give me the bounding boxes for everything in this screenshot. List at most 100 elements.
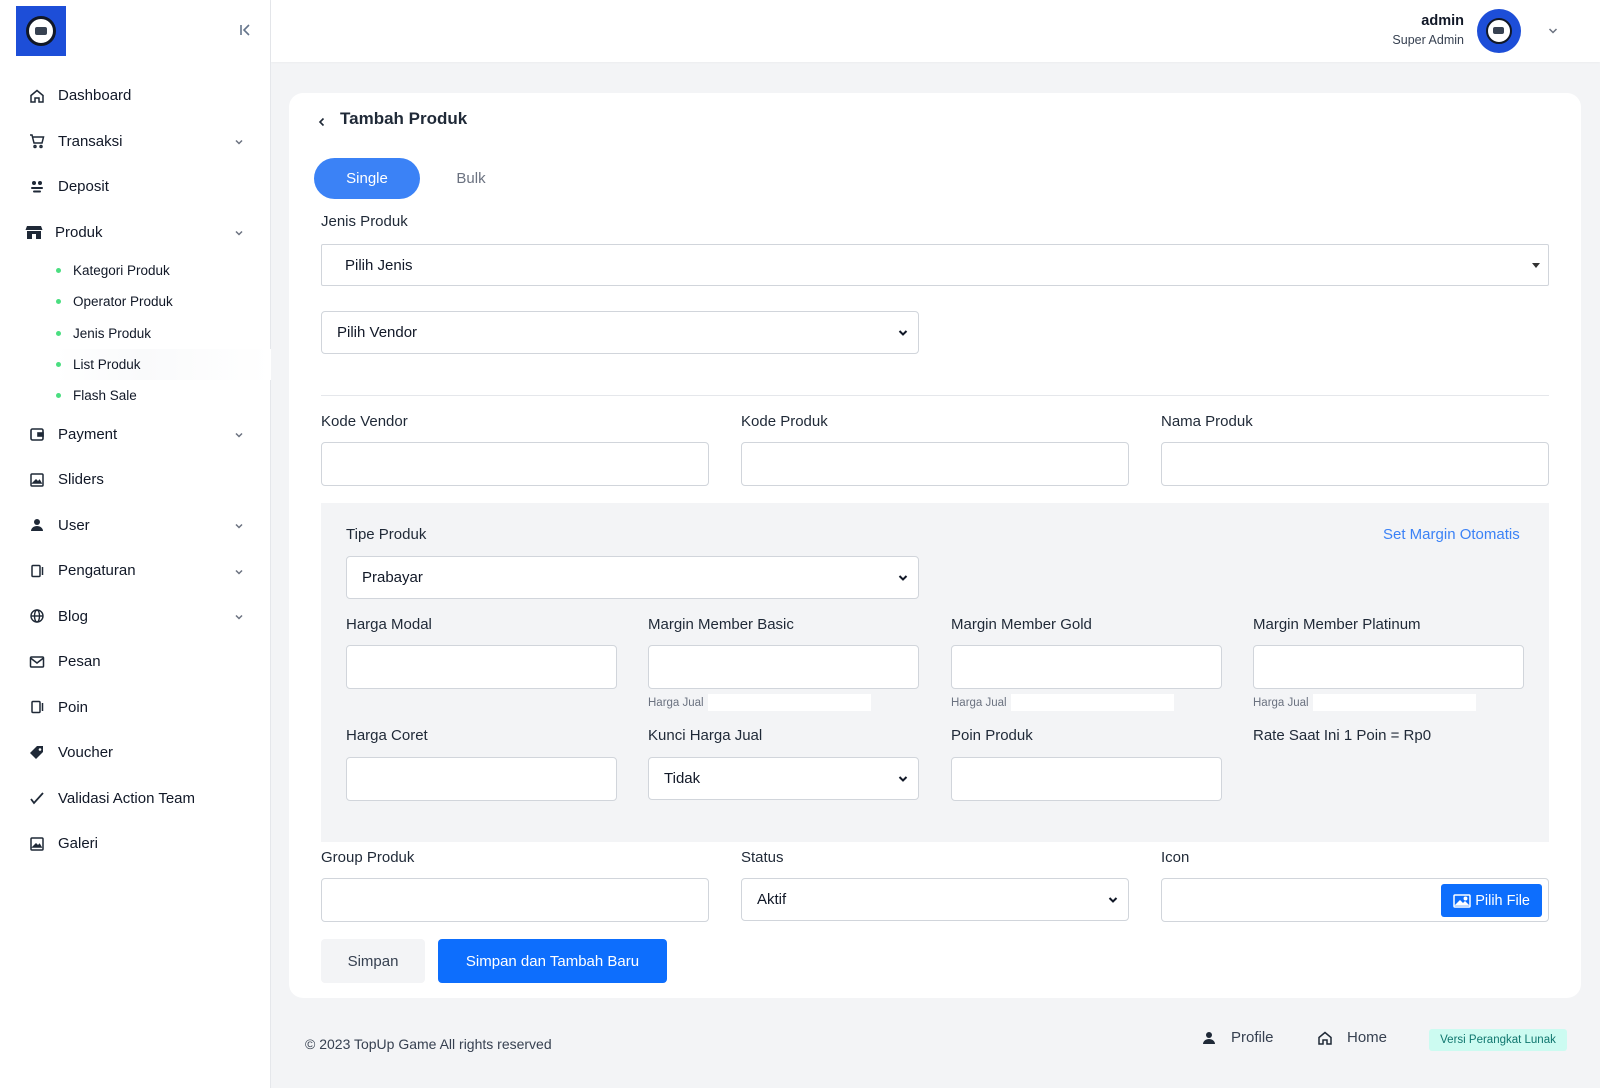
footer-home-link[interactable]: Home [1317, 1029, 1387, 1046]
sidebar-item-payment[interactable]: Payment [0, 411, 271, 457]
version-badge: Versi Perangkat Lunak [1429, 1029, 1567, 1051]
save-and-add-new-button[interactable]: Simpan dan Tambah Baru [438, 939, 667, 983]
status-select[interactable]: Aktif [741, 878, 1129, 921]
avatar-emblem [1486, 18, 1512, 44]
sidebar-item-transaksi[interactable]: Transaksi [0, 119, 271, 165]
sidebar-item-label: Produk [55, 223, 103, 241]
jenis-produk-select[interactable]: Pilih Jenis [321, 244, 1549, 286]
tag-icon [28, 744, 46, 762]
wallet-icon [28, 425, 46, 443]
nama-produk-input[interactable] [1161, 442, 1549, 486]
poin-produk-input[interactable] [951, 757, 1222, 801]
produk-submenu: Kategori Produk Operator Produk Jenis Pr… [0, 255, 271, 411]
margin-platinum-input[interactable] [1253, 645, 1524, 689]
pilih-file-button[interactable]: Pilih File [1441, 884, 1542, 917]
image-icon [1453, 893, 1471, 908]
submenu-item-flash-sale[interactable]: Flash Sale [56, 380, 271, 411]
vendor-select[interactable]: Pilih Vendor [321, 311, 919, 354]
harga-coret-input[interactable] [346, 757, 617, 801]
chevron-down-icon [233, 428, 245, 440]
tipe-produk-label: Tipe Produk [346, 526, 427, 543]
bullet-icon [56, 268, 61, 274]
sidebar-item-label: Dashboard [58, 87, 132, 105]
sidebar-item-pesan[interactable]: Pesan [0, 639, 271, 685]
icon-file-input[interactable]: Pilih File [1161, 878, 1549, 922]
globe-icon [28, 607, 46, 625]
user-icon [1201, 1030, 1217, 1046]
sidebar-item-sliders[interactable]: Sliders [0, 457, 271, 503]
margin-gold-input[interactable] [951, 645, 1222, 689]
sidebar-item-label: Validasi Action Team [58, 789, 196, 807]
sidebar-item-galeri[interactable]: Galeri [0, 821, 271, 867]
tipe-produk-select[interactable]: Prabayar [346, 556, 919, 599]
sidebar-item-validasi-action-team[interactable]: Validasi Action Team [0, 775, 271, 821]
copyright: © 2023 TopUp Game All rights reserved [305, 1036, 552, 1052]
group-produk-input[interactable] [321, 878, 709, 922]
chevron-down-icon [1106, 893, 1120, 907]
icon-label: Icon [1161, 849, 1190, 866]
chevron-down-icon [233, 135, 245, 147]
margin-gold-label: Margin Member Gold [951, 616, 1092, 633]
sidebar-item-produk[interactable]: Produk [0, 210, 271, 256]
submenu-item-label: List Produk [73, 357, 141, 373]
kunci-harga-select[interactable]: Tidak [648, 757, 919, 800]
check-icon [28, 789, 46, 807]
harga-modal-input[interactable] [346, 645, 617, 689]
chevron-down-icon[interactable] [1546, 24, 1560, 38]
jenis-produk-label: Jenis Produk [321, 213, 408, 230]
nama-produk-label: Nama Produk [1161, 413, 1253, 430]
submenu-item-kategori-produk[interactable]: Kategori Produk [56, 255, 271, 286]
footer-profile-link[interactable]: Profile [1201, 1029, 1274, 1046]
sidebar-item-label: Poin [58, 698, 89, 716]
sidebar-item-pengaturan[interactable]: Pengaturan [0, 548, 271, 594]
bullet-icon [56, 393, 61, 399]
harga-jual-platinum: Harga Jual [1253, 694, 1476, 711]
sidebar-item-blog[interactable]: Blog [0, 593, 271, 639]
form-card: Tambah Produk Single Bulk Jenis Produk P… [289, 93, 1581, 998]
bullet-icon [56, 362, 61, 368]
chevron-down-icon [233, 519, 245, 531]
kunci-harga-label: Kunci Harga Jual [648, 727, 763, 744]
margin-basic-input[interactable] [648, 645, 919, 689]
poin-rate-text: Rate Saat Ini 1 Poin = Rp0 [1253, 727, 1432, 744]
sidebar-item-voucher[interactable]: Voucher [0, 730, 271, 776]
submenu-item-operator-produk[interactable]: Operator Produk [56, 286, 271, 317]
tab-bulk[interactable]: Bulk [434, 158, 508, 199]
kode-produk-input[interactable] [741, 442, 1129, 486]
app-logo[interactable] [16, 6, 66, 56]
tab-single[interactable]: Single [314, 158, 420, 199]
chevron-down-icon [896, 326, 910, 340]
sidebar-nav: Dashboard Transaksi Deposit Produk Kateg… [0, 73, 271, 866]
user-icon [28, 516, 46, 534]
poin-produk-label: Poin Produk [951, 727, 1033, 744]
tipe-produk-value: Prabayar [362, 569, 423, 586]
chevron-down-icon [896, 571, 910, 585]
margin-platinum-label: Margin Member Platinum [1253, 616, 1421, 633]
back-link[interactable]: Tambah Produk [316, 109, 467, 129]
sidebar-item-dashboard[interactable]: Dashboard [0, 73, 271, 119]
submenu-item-jenis-produk[interactable]: Jenis Produk [56, 318, 271, 349]
points-icon [28, 698, 46, 716]
set-margin-otomatis-link[interactable]: Set Margin Otomatis [1383, 526, 1520, 543]
chevron-down-icon [896, 772, 910, 786]
harga-modal-label: Harga Modal [346, 616, 432, 633]
submenu-item-label: Kategori Produk [73, 263, 170, 279]
sidebar-item-user[interactable]: User [0, 502, 271, 548]
sidebar-item-deposit[interactable]: Deposit [0, 164, 271, 210]
sidebar-item-label: Transaksi [58, 132, 123, 150]
harga-jual-basic-value [707, 694, 871, 711]
sidebar-item-poin[interactable]: Poin [0, 684, 271, 730]
jenis-produk-placeholder: Pilih Jenis [345, 256, 413, 274]
image-icon [28, 471, 46, 489]
kode-vendor-input[interactable] [321, 442, 709, 486]
submenu-item-label: Operator Produk [73, 294, 173, 310]
group-produk-label: Group Produk [321, 849, 415, 866]
bullet-icon [56, 330, 61, 336]
harga-jual-platinum-value [1312, 694, 1476, 711]
collapse-sidebar-icon[interactable] [236, 20, 256, 40]
avatar[interactable] [1477, 9, 1521, 53]
save-button[interactable]: Simpan [321, 939, 425, 983]
submenu-item-list-produk[interactable]: List Produk [56, 348, 271, 381]
topbar: admin Super Admin [271, 0, 1600, 62]
cart-icon [28, 132, 46, 150]
